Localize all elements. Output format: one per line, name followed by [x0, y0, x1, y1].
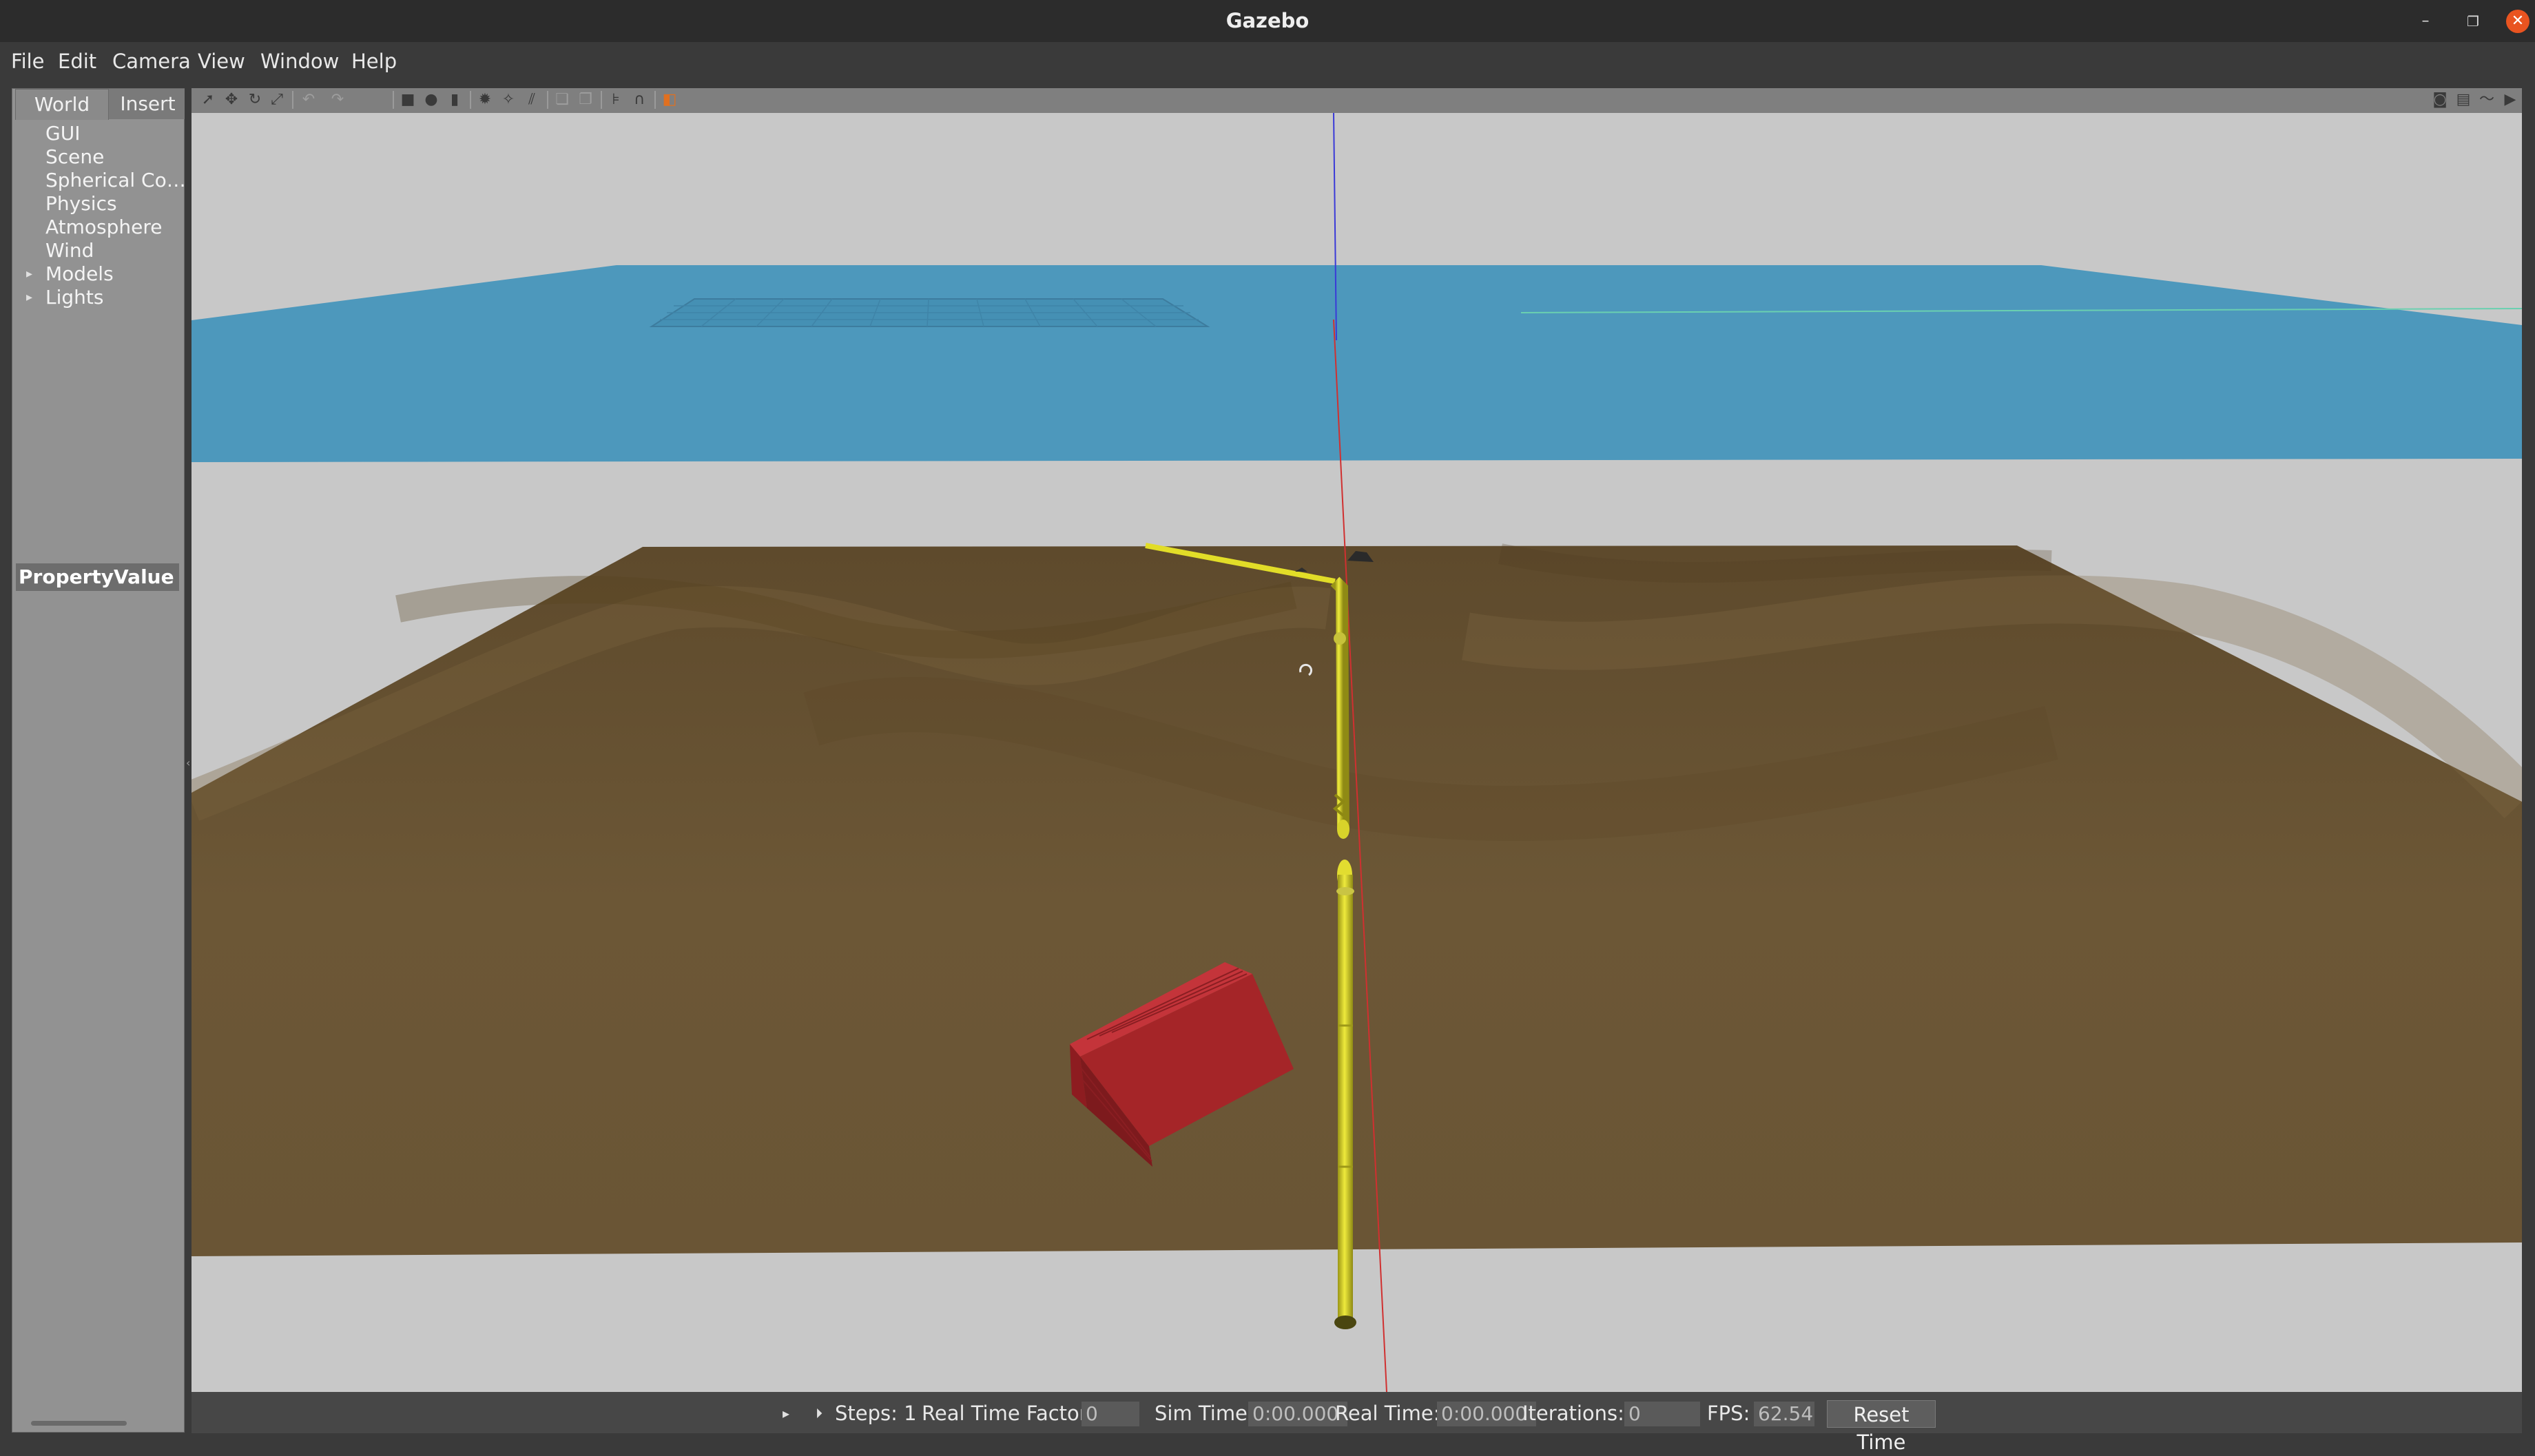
reset-time-button[interactable]: Reset Time [1827, 1400, 1936, 1454]
toolbar: ➚ ✥ ↻ ⤢ ↶ ↷ ■ ● ▮ ✹ ✧ ⫽ ❏ ❐ ⊧ ∩ ◧ ◙ ▤ 〜 … [192, 88, 2522, 113]
redo-icon[interactable]: ↷ [329, 92, 346, 108]
maximize-button[interactable]: ❐ [2461, 10, 2485, 33]
sim-time-value: 0:00.000 [1248, 1402, 1347, 1426]
menu-file[interactable]: File [11, 42, 45, 81]
box-shape-icon[interactable]: ■ [400, 92, 416, 108]
plot-icon[interactable]: 〜 [2479, 92, 2495, 108]
steps-label[interactable]: Steps: 1 [835, 1392, 917, 1435]
spot-light-icon[interactable]: ✧ [500, 92, 517, 108]
toolbar-separator [470, 91, 471, 109]
fps-label: FPS: [1707, 1402, 1750, 1425]
paste-icon[interactable]: ❐ [577, 92, 594, 108]
minimize-button[interactable]: – [2414, 10, 2437, 33]
screenshot-icon[interactable]: ◙ [2432, 92, 2448, 108]
left-panel: World Insert GUI Scene Spherical Co… Phy… [12, 88, 187, 1433]
undo-icon[interactable]: ↶ [300, 92, 317, 108]
tree-item-wind[interactable]: Wind [45, 239, 94, 262]
property-value-header: PropertyValue [16, 563, 179, 591]
iterations-value: 0 [1624, 1402, 1700, 1426]
toolbar-separator [393, 91, 394, 109]
cylinder-shape-icon[interactable]: ▮ [446, 92, 463, 108]
menu-camera[interactable]: Camera [112, 42, 191, 81]
toolbar-separator [292, 91, 293, 109]
expand-arrow-icon[interactable]: ▸ [26, 262, 32, 286]
snap-icon[interactable]: ∩ [631, 92, 648, 108]
window-title: Gazebo [1225, 9, 1310, 32]
tab-insert[interactable]: Insert [109, 89, 187, 119]
panel-scrollbar[interactable] [31, 1421, 127, 1426]
fps-value: 62.54 [1754, 1402, 1814, 1426]
splitter-handle-icon: ‹ [186, 756, 191, 769]
sphere-shape-icon[interactable]: ● [423, 92, 439, 108]
tree-item-spherical-coordinates[interactable]: Spherical Co… [45, 169, 186, 192]
video-icon[interactable]: ▶ [2502, 92, 2518, 108]
tab-world[interactable]: World [15, 89, 109, 120]
grid-patch [649, 298, 1210, 327]
select-mode-icon[interactable]: ➚ [200, 92, 216, 108]
real-time-factor-label: Real Time Factor: [922, 1402, 1094, 1425]
toolbar-separator [547, 91, 548, 109]
step-icon[interactable]: ⏵ [816, 1392, 822, 1435]
water-surface [192, 265, 2522, 462]
close-button[interactable]: ✕ [2506, 10, 2529, 33]
menu-edit[interactable]: Edit [58, 42, 96, 81]
menu-view[interactable]: View [198, 42, 245, 81]
menu-help[interactable]: Help [351, 42, 397, 81]
scene-render [192, 113, 2522, 1392]
tree-item-gui[interactable]: GUI [45, 122, 80, 145]
title-bar: Gazebo – ❐ ✕ [0, 0, 2535, 42]
directional-light-icon[interactable]: ⫽ [524, 92, 540, 108]
menu-window[interactable]: Window [260, 42, 339, 81]
tree-item-physics[interactable]: Physics [45, 192, 117, 216]
expand-arrow-icon[interactable]: ▸ [26, 286, 32, 309]
real-time-label: Real Time: [1335, 1402, 1440, 1425]
align-icon[interactable]: ⊧ [608, 92, 624, 108]
toolbar-separator [654, 91, 656, 109]
scale-mode-icon[interactable]: ⤢ [269, 92, 285, 108]
view-angle-icon[interactable]: ◧ [661, 92, 678, 108]
play-icon[interactable]: ▸ [783, 1392, 789, 1435]
real-time-value: 0:00.000 [1437, 1402, 1536, 1426]
point-light-icon[interactable]: ✹ [477, 92, 493, 108]
menu-bar: File Edit Camera View Window Help [0, 42, 2535, 81]
scene-viewport[interactable] [192, 113, 2522, 1392]
tree-item-atmosphere[interactable]: Atmosphere [45, 216, 163, 239]
toolbar-separator [601, 91, 602, 109]
sim-time-label: Sim Time: [1155, 1402, 1254, 1425]
tree-item-scene[interactable]: Scene [45, 145, 104, 169]
log-icon[interactable]: ▤ [2455, 92, 2472, 108]
translate-mode-icon[interactable]: ✥ [223, 92, 240, 108]
real-time-factor-value: 0 [1082, 1402, 1139, 1426]
tree-item-models[interactable]: Models [45, 262, 114, 286]
panel-splitter[interactable]: ‹ [185, 88, 190, 1431]
tree-item-lights[interactable]: Lights [45, 286, 103, 309]
rotate-mode-icon[interactable]: ↻ [247, 92, 263, 108]
iterations-label: Iterations: [1522, 1402, 1624, 1425]
copy-icon[interactable]: ❏ [554, 92, 570, 108]
status-bar: ▸ ⏵ Steps: 1 Real Time Factor: 0 Sim Tim… [192, 1392, 2522, 1454]
